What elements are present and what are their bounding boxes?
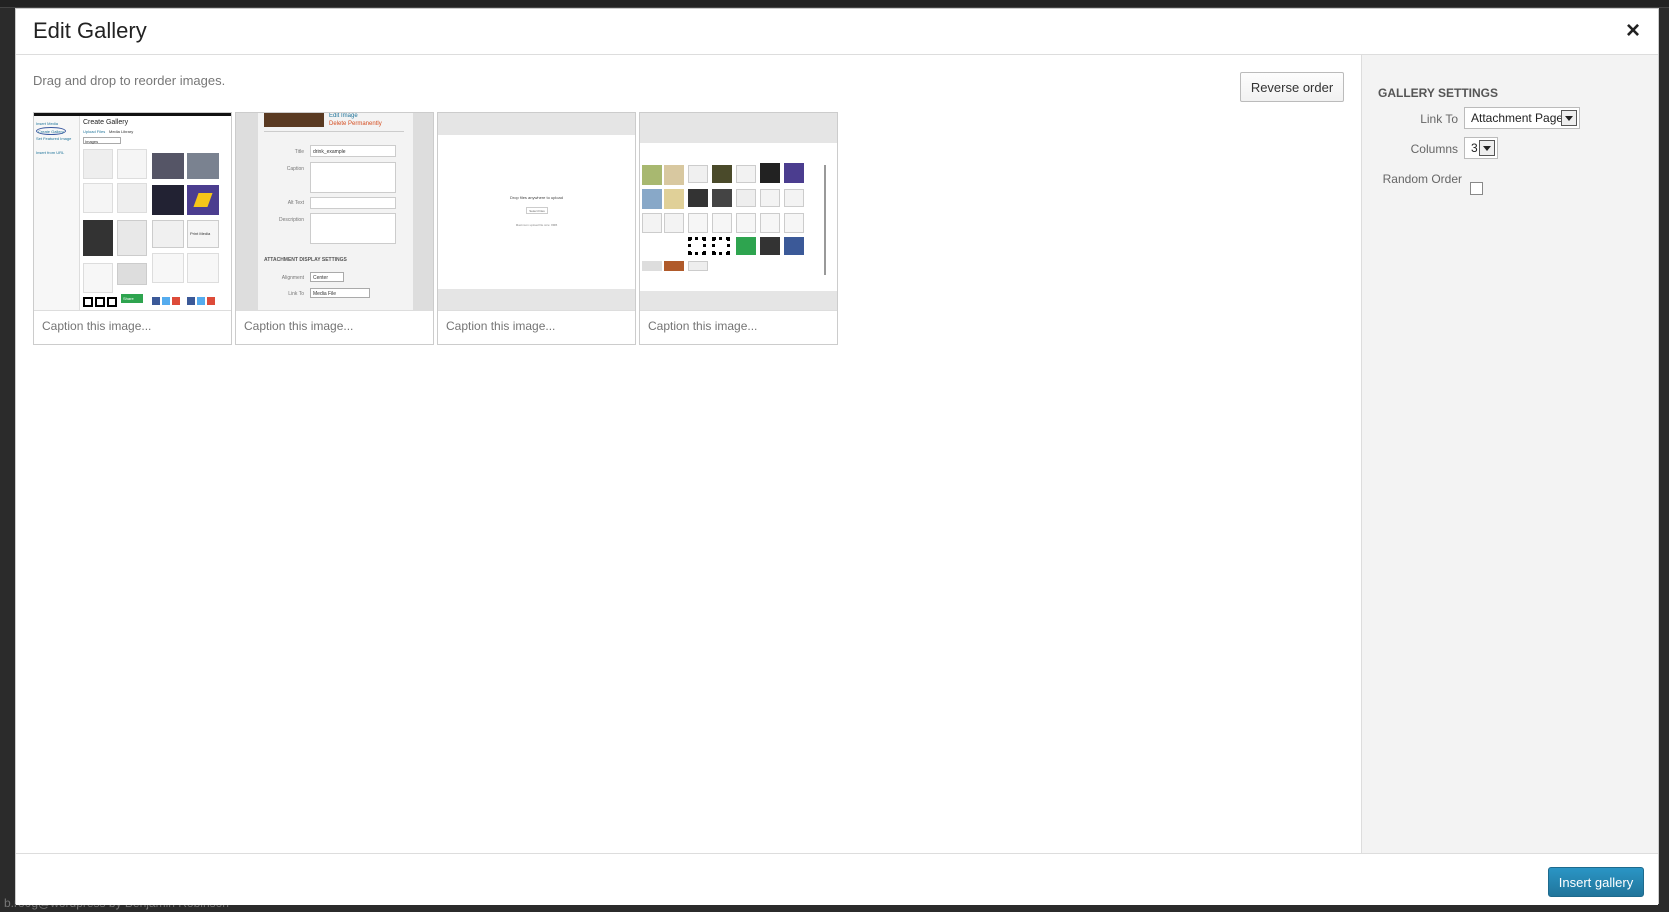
gallery-settings-panel: Gallery Settings Link To Attachment Page…	[1361, 55, 1658, 853]
link-to-value: Attachment Page	[1471, 111, 1564, 125]
mini-text: Edit Image	[329, 113, 358, 119]
mini-text: Select Files	[526, 207, 548, 214]
mini-text: Media Library	[109, 129, 134, 134]
columns-value: 3	[1471, 141, 1478, 155]
caption-input[interactable]	[42, 319, 224, 333]
edit-gallery-modal: Edit Gallery × Drag and drop to reorder …	[15, 8, 1659, 905]
thumbnail-image: Drop files anywhere to upload Select Fil…	[438, 113, 635, 311]
mini-text: Maximum upload file size: 8MB	[515, 223, 558, 227]
caption-input[interactable]	[648, 319, 830, 333]
mini-text: Images	[83, 137, 121, 144]
caption-input[interactable]	[446, 319, 628, 333]
mini-text: drink_example	[310, 145, 396, 157]
mini-text: Set Featured Image	[36, 136, 72, 141]
random-order-label: Random Order	[1382, 172, 1462, 186]
gallery-content: Drag and drop to reorder images. Reverse…	[16, 55, 1360, 853]
mini-text: Link To	[288, 291, 304, 297]
mini-text: Drop files anywhere to upload	[510, 195, 563, 200]
caption-input[interactable]	[244, 319, 426, 333]
gallery-item[interactable]: Insert Media Create Gallery Set Featured…	[33, 112, 232, 345]
columns-select[interactable]: 3	[1464, 137, 1498, 159]
gallery-item[interactable]: Drop files anywhere to upload Select Fil…	[437, 112, 636, 345]
columns-label: Columns	[1410, 142, 1458, 156]
reverse-order-button[interactable]: Reverse order	[1240, 72, 1344, 102]
link-to-select[interactable]: Attachment Page	[1464, 107, 1580, 129]
mini-text: Media File	[310, 288, 370, 298]
insert-gallery-button[interactable]: Insert gallery	[1548, 867, 1644, 897]
mini-text: Share	[121, 294, 143, 303]
close-icon[interactable]: ×	[1622, 19, 1644, 43]
mini-text: Description	[278, 217, 304, 223]
thumbnail-image: Insert Media Create Gallery Set Featured…	[34, 113, 231, 311]
thumbnail-image: Edit Image Delete Permanently Title drin…	[236, 113, 433, 311]
mini-text: Create Gallery	[36, 127, 66, 135]
modal-title: Edit Gallery	[33, 18, 147, 43]
mini-text: Alt Text	[287, 200, 304, 206]
gallery-item[interactable]	[639, 112, 838, 345]
link-to-label: Link To	[1420, 112, 1458, 126]
mini-text: Create Gallery	[83, 119, 129, 126]
reorder-instructions: Drag and drop to reorder images.	[33, 73, 226, 88]
chevron-down-icon	[1561, 110, 1577, 126]
mini-text: Delete Permanently	[329, 121, 382, 127]
mini-text: Print Media	[187, 220, 219, 248]
mini-text: Insert Media	[36, 121, 59, 126]
chevron-down-icon	[1479, 140, 1495, 156]
mini-text: Title	[294, 149, 304, 155]
mini-text: Upload Files	[83, 129, 106, 134]
thumbnail-image	[640, 113, 837, 311]
mini-text: Alignment	[281, 275, 304, 281]
mini-text: Insert from URL	[36, 150, 65, 155]
modal-header: Edit Gallery ×	[16, 9, 1658, 55]
mini-text: Center	[310, 272, 344, 282]
random-order-checkbox[interactable]	[1470, 182, 1483, 195]
browser-top-bar	[0, 0, 1669, 8]
settings-heading: Gallery Settings	[1378, 86, 1499, 100]
gallery-item[interactable]: Edit Image Delete Permanently Title drin…	[235, 112, 434, 345]
mini-text: Caption	[286, 166, 304, 172]
modal-footer: Insert gallery	[16, 853, 1658, 905]
mini-text: ATTACHMENT DISPLAY SETTINGS	[264, 257, 347, 263]
